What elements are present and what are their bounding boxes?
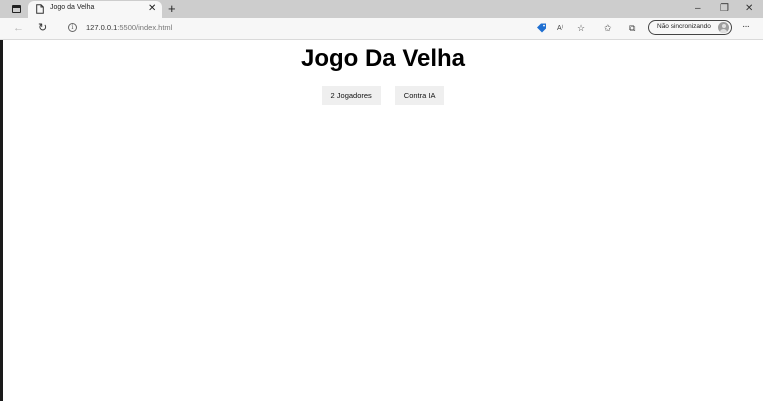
mode-buttons: 2 Jogadores Contra IA [0,86,763,105]
collections-icon[interactable]: ⧉ [629,22,635,34]
page-icon [36,4,44,14]
back-arrow-icon[interactable]: ← [13,22,24,35]
restore-icon[interactable]: ❐ [720,2,729,15]
reload-icon[interactable]: ↻ [38,22,47,35]
profile-label: Não sincronizando [657,23,711,30]
window-left-edge [0,40,3,401]
browser-tab[interactable]: Jogo da Velha ✕ [28,1,162,18]
tab-title: Jogo da Velha [50,4,95,11]
vs-ai-button[interactable]: Contra IA [394,86,445,105]
coupon-tag-icon[interactable] [536,23,547,33]
site-info-icon[interactable]: i [68,23,77,32]
browser-toolbar: ← ↻ i 127.0.0.1:5500/index.html A⁾ ☆ ✩ ⧉… [0,18,763,40]
favorites-icon[interactable]: ✩ [604,22,612,34]
tab-close-icon[interactable]: ✕ [148,3,156,15]
page-title: Jogo Da Velha [300,45,466,72]
tab-strip: Jogo da Velha ✕ + – ❐ ✕ [0,0,763,18]
new-tab-button[interactable]: + [168,1,176,16]
url-path: :5500/index.html [117,23,173,32]
more-options-icon[interactable]: ··· [742,21,750,33]
window-close-icon[interactable]: ✕ [745,2,753,15]
read-aloud-icon[interactable]: A⁾ [557,23,563,35]
add-favorite-icon[interactable]: ☆ [577,22,585,34]
tab-actions-icon[interactable] [10,3,22,15]
two-players-button[interactable]: 2 Jogadores [321,86,381,105]
page-viewport: Jogo Da Velha 2 Jogadores Contra IA [0,40,763,401]
url-host: 127.0.0.1 [86,23,118,32]
profile-button[interactable]: Não sincronizando [648,20,732,35]
avatar [718,22,729,33]
address-input[interactable]: 127.0.0.1:5500/index.html [86,23,172,32]
minimize-icon[interactable]: – [695,2,701,15]
